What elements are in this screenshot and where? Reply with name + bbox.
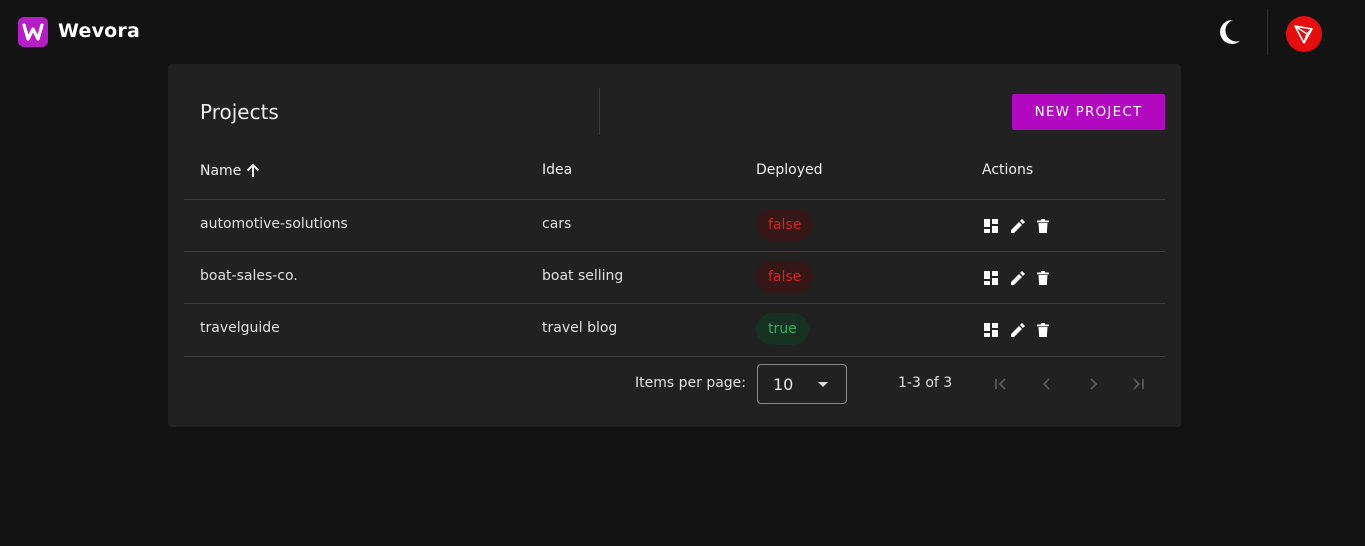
column-name-label: Name	[200, 163, 242, 179]
project-idea: travel blog	[542, 320, 618, 336]
row-actions	[982, 269, 1052, 287]
page-title: Projects	[200, 100, 279, 124]
row-actions	[982, 321, 1052, 339]
dashboard-icon[interactable]	[982, 269, 1000, 287]
range-label: 1-3 of 3	[898, 375, 953, 391]
avatar[interactable]	[1286, 16, 1322, 52]
dashboard-icon[interactable]	[982, 217, 1000, 235]
paginator: Items per page: 10 1-3 of 3	[168, 356, 1181, 408]
items-per-page-select[interactable]: 10	[757, 364, 847, 404]
row-actions	[982, 217, 1052, 235]
dashboard-icon[interactable]	[982, 321, 1000, 339]
table-header: Name Idea Deployed Actions	[184, 148, 1165, 200]
w-logo-icon	[22, 23, 44, 41]
table-row[interactable]: boat-sales-co. boat selling false	[184, 252, 1165, 304]
project-idea: boat selling	[542, 268, 624, 284]
next-page-button[interactable]	[1081, 372, 1105, 396]
table-body: automotive-solutions cars false boat-sales-…	[184, 200, 1165, 357]
deployed-status-badge: false	[756, 261, 814, 293]
edit-icon[interactable]	[1008, 321, 1026, 339]
project-idea: cars	[542, 216, 572, 232]
projects-card: Projects NEW PROJECT Name Idea Deployed …	[168, 64, 1181, 427]
chevron-right-icon	[1090, 378, 1098, 390]
toolbar-divider	[1267, 9, 1268, 55]
previous-page-button[interactable]	[1035, 372, 1059, 396]
first-page-button[interactable]	[989, 372, 1013, 396]
projects-table: Name Idea Deployed Actions automotive-so…	[184, 148, 1165, 357]
first-page-icon	[995, 378, 1006, 390]
delete-icon[interactable]	[1034, 269, 1052, 287]
table-row[interactable]: travelguide travel blog true	[184, 304, 1165, 357]
edit-icon[interactable]	[1008, 269, 1026, 287]
items-per-page-label: Items per page:	[635, 375, 747, 391]
column-header-deployed[interactable]: Deployed	[756, 162, 823, 178]
app-logo[interactable]	[18, 17, 48, 47]
last-page-icon	[1133, 378, 1144, 390]
column-header-idea[interactable]: Idea	[542, 162, 572, 178]
project-name: automotive-solutions	[200, 216, 348, 232]
top-toolbar: Wevora	[0, 0, 1365, 64]
edit-icon[interactable]	[1008, 217, 1026, 235]
chevron-left-icon	[1042, 378, 1050, 390]
project-name: boat-sales-co.	[200, 268, 298, 284]
column-header-actions: Actions	[982, 162, 1034, 178]
column-header-name[interactable]: Name	[200, 162, 262, 180]
project-name: travelguide	[200, 320, 280, 336]
app-title[interactable]: Wevora	[58, 20, 140, 42]
last-page-button[interactable]	[1126, 372, 1150, 396]
title-divider	[599, 88, 600, 135]
tron-logo-icon	[1294, 25, 1313, 44]
dropdown-arrow-icon	[818, 382, 828, 387]
items-per-page-value: 10	[773, 375, 794, 394]
table-row[interactable]: automotive-solutions cars false	[184, 200, 1165, 252]
new-project-button[interactable]: NEW PROJECT	[1012, 94, 1165, 130]
deployed-status-badge: true	[756, 313, 809, 345]
delete-icon[interactable]	[1034, 321, 1052, 339]
moon-icon[interactable]	[1218, 19, 1242, 45]
deployed-status-badge: false	[756, 209, 814, 241]
arrow-up-icon	[247, 163, 260, 177]
delete-icon[interactable]	[1034, 217, 1052, 235]
